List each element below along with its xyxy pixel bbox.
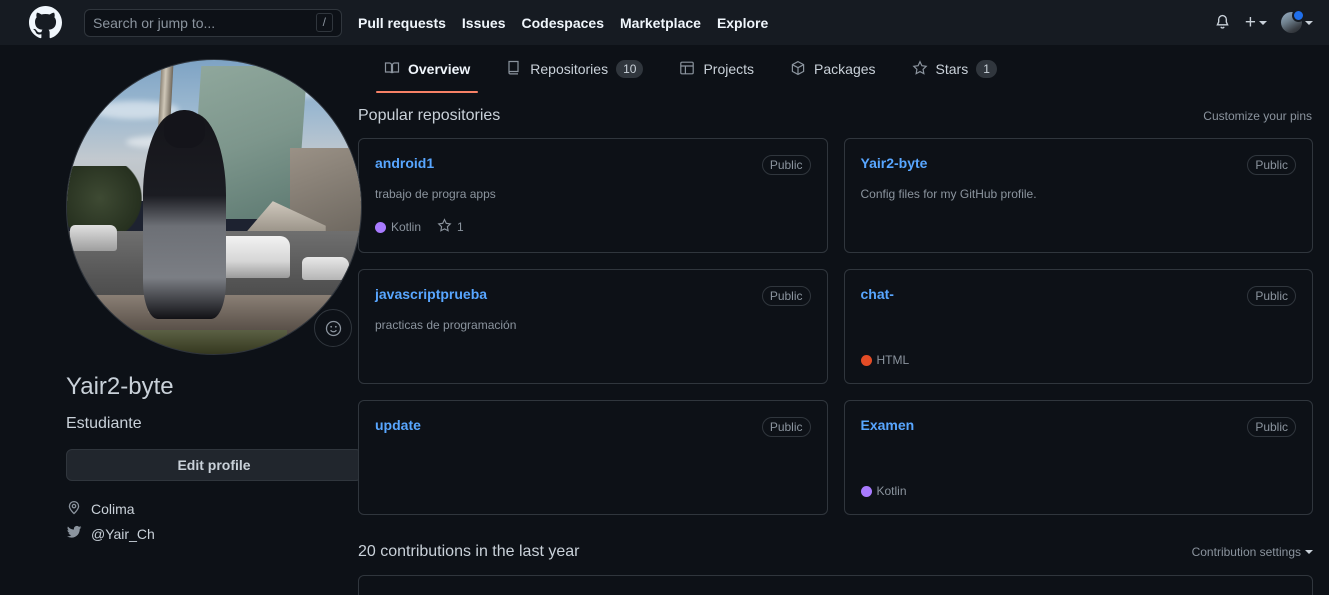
plus-icon: + <box>1244 12 1256 33</box>
repo-card[interactable]: chat- Public HTML <box>843 269 1313 384</box>
tab-overview-label: Overview <box>408 61 471 77</box>
repo-language-label: Kotlin <box>391 220 422 234</box>
chevron-down-icon <box>1305 20 1313 25</box>
tab-stars[interactable]: Stars 1 <box>898 45 1011 93</box>
avatar-container <box>66 59 362 355</box>
search-shortcut-key: / <box>315 13 333 32</box>
tab-packages-label: Packages <box>814 61 876 77</box>
github-mark-icon[interactable] <box>29 6 62 39</box>
repo-visibility-badge: Public <box>761 155 811 175</box>
page-title: Yair2-byte <box>66 373 174 400</box>
repo-description: trabajo de progra apps <box>375 187 496 201</box>
profile-twitter[interactable]: @Yair_Ch <box>66 524 336 543</box>
avatar <box>1281 9 1305 33</box>
profile-location: Colima <box>66 499 336 518</box>
repo-name-link[interactable]: update <box>375 417 421 433</box>
popular-repositories-title: Popular repositories <box>358 107 501 124</box>
package-icon <box>790 60 806 79</box>
contributions-header: 20 contributions in the last year Contri… <box>358 543 1313 561</box>
bell-icon[interactable] <box>1214 14 1231 31</box>
chevron-down-icon <box>1259 20 1267 25</box>
repo-language-label: HTML <box>876 353 910 367</box>
repo-visibility-badge: Public <box>1247 417 1296 437</box>
profile-avatar[interactable] <box>66 59 362 355</box>
repo-card[interactable]: javascriptprueba Public practicas de pro… <box>358 269 828 384</box>
tab-overview[interactable]: Overview <box>370 45 484 93</box>
contribution-settings-button[interactable]: Contribution settings <box>1192 545 1313 559</box>
nav-link-pull-requests[interactable]: Pull requests <box>358 15 446 31</box>
search-placeholder: Search or jump to... <box>93 14 216 31</box>
profile-page: Yair2-byte Estudiante Edit profile Colim… <box>0 45 1329 595</box>
repo-description: Config files for my GitHub profile. <box>860 187 1037 201</box>
popular-repositories-header: Popular repositories Customize your pins <box>358 107 1313 125</box>
repo-language-label: Kotlin <box>876 484 907 498</box>
repo-language: Kotlin <box>860 484 907 498</box>
twitter-handle-text: @Yair_Ch <box>91 525 155 542</box>
star-icon <box>437 218 452 236</box>
set-status-button[interactable] <box>314 309 352 347</box>
chevron-down-icon <box>1305 550 1313 554</box>
repo-name-link[interactable]: chat- <box>861 286 894 302</box>
global-header: Search or jump to... / Pull requests Iss… <box>0 0 1329 45</box>
search-input[interactable]: Search or jump to... / <box>84 8 342 37</box>
popular-repositories-grid: android1 Public trabajo de progra apps K… <box>358 138 1313 515</box>
tab-repositories-label: Repositories <box>530 61 609 77</box>
profile-main: Overview Repositories 10 Projects Packag… <box>336 45 1313 595</box>
repo-description: practicas de programación <box>375 318 517 332</box>
status-badge <box>1292 9 1305 22</box>
star-count-value: 1 <box>457 220 464 234</box>
repo-name-link[interactable]: javascriptprueba <box>375 286 487 302</box>
language-color-dot <box>860 485 872 497</box>
nav-link-explore[interactable]: Explore <box>717 15 768 31</box>
repo-visibility-badge: Public <box>761 286 811 306</box>
repo-card[interactable]: Examen Public Kotlin <box>843 400 1313 515</box>
smiley-face-icon <box>325 320 342 337</box>
tab-stars-label: Stars <box>935 61 969 77</box>
nav-link-issues[interactable]: Issues <box>462 15 506 31</box>
contribution-settings-label: Contribution settings <box>1191 545 1301 559</box>
tab-repositories[interactable]: Repositories 10 <box>492 45 657 93</box>
repo-visibility-badge: Public <box>761 417 811 437</box>
language-color-dot <box>860 354 872 366</box>
repo-card[interactable]: Yair2-byte Public Config files for my Gi… <box>843 138 1313 253</box>
stars-count: 1 <box>976 60 997 78</box>
twitter-bird-icon <box>66 524 82 543</box>
nav-link-codespaces[interactable]: Codespaces <box>522 15 604 31</box>
tab-projects[interactable]: Projects <box>665 45 768 93</box>
primary-nav: Pull requests Issues Codespaces Marketpl… <box>358 15 768 31</box>
contributions-title: 20 contributions in the last year <box>358 543 580 560</box>
repo-visibility-badge: Public <box>1247 155 1296 175</box>
repo-card[interactable]: update Public <box>358 400 828 515</box>
tab-packages[interactable]: Packages <box>776 45 889 93</box>
contributions-graph[interactable] <box>358 575 1313 595</box>
repo-name-link[interactable]: Yair2-byte <box>861 155 928 171</box>
language-color-dot <box>375 221 386 233</box>
repo-card[interactable]: android1 Public trabajo de progra apps K… <box>358 138 828 253</box>
location-pin-icon <box>66 499 82 518</box>
repo-language: HTML <box>860 353 910 367</box>
repo-icon <box>506 60 522 79</box>
nav-link-marketplace[interactable]: Marketplace <box>620 15 701 31</box>
profile-meta-list: Colima @Yair_Ch <box>66 499 336 543</box>
profile-tabs: Overview Repositories 10 Projects Packag… <box>358 45 1313 93</box>
profile-bio: Estudiante <box>66 415 142 432</box>
repo-star-count[interactable]: 1 <box>437 218 464 236</box>
repositories-count: 10 <box>616 60 644 78</box>
star-icon <box>912 59 928 79</box>
location-text: Colima <box>91 500 135 517</box>
table-icon <box>679 60 695 79</box>
repo-name-link[interactable]: android1 <box>375 155 434 171</box>
create-new-button[interactable]: + <box>1245 13 1267 32</box>
edit-profile-button[interactable]: Edit profile <box>66 449 362 481</box>
account-menu-button[interactable] <box>1281 9 1313 33</box>
tab-projects-label: Projects <box>703 61 755 77</box>
repo-name-link[interactable]: Examen <box>861 417 915 433</box>
repo-language: Kotlin <box>375 220 421 234</box>
profile-sidebar: Yair2-byte Estudiante Edit profile Colim… <box>16 45 362 595</box>
customize-pins-link[interactable]: Customize your pins <box>1203 109 1312 123</box>
book-icon <box>384 60 400 79</box>
header-actions: + <box>1214 9 1313 33</box>
repo-visibility-badge: Public <box>1247 286 1296 306</box>
